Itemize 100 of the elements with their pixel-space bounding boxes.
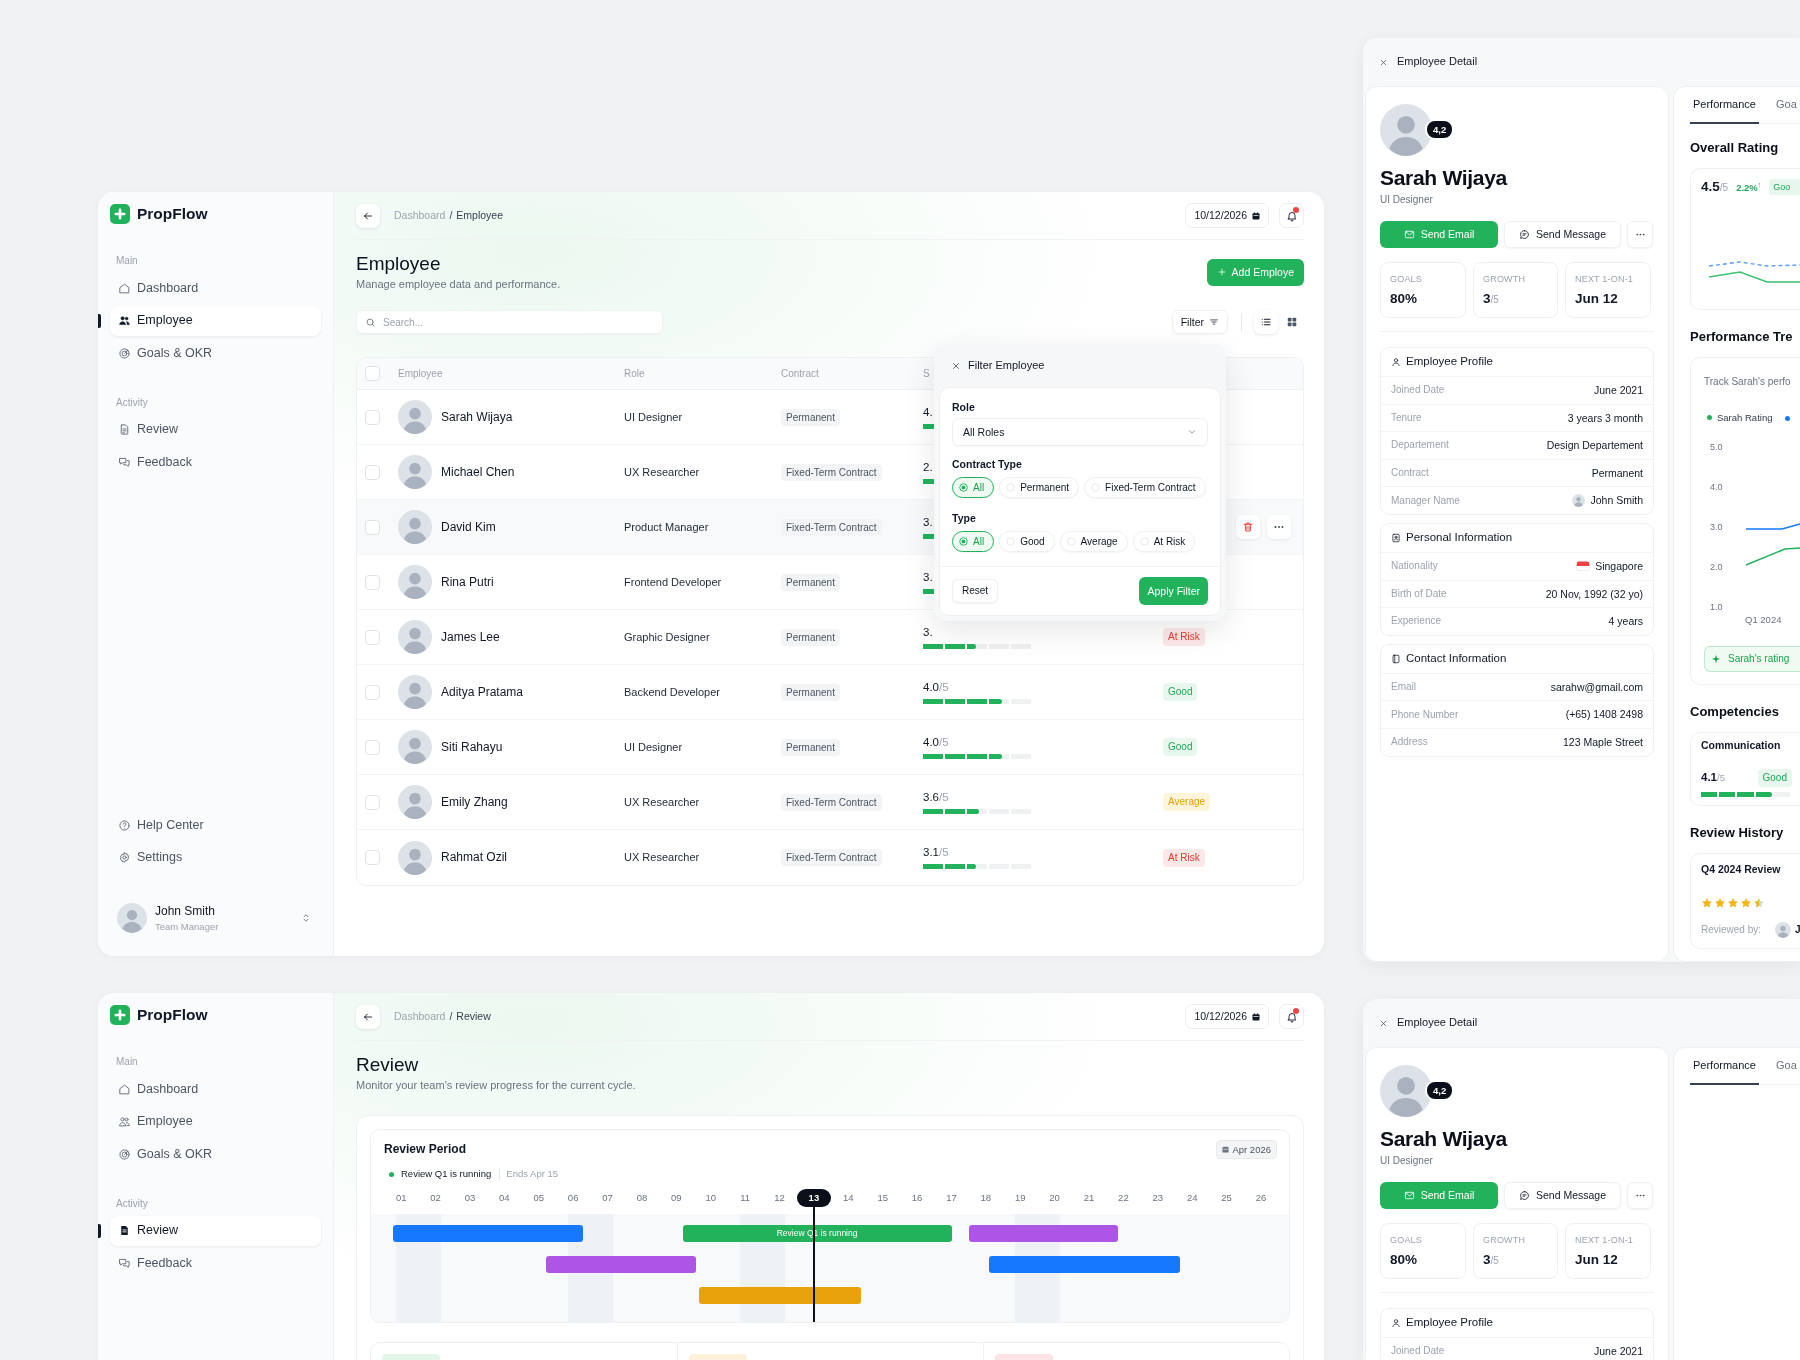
day-label: 22 [1117, 1191, 1130, 1206]
competency-name: Communication [1701, 738, 1782, 752]
contract-badge: Permanent [781, 628, 840, 646]
stat-value: 3/5 [1483, 290, 1500, 308]
column-header: Employee [398, 367, 444, 380]
status-badge: At Risk [1163, 628, 1205, 646]
day-label: 01 [394, 1191, 408, 1206]
stat-value: Jun 12 [1575, 290, 1619, 308]
breadcrumb-separator: / [449, 1010, 453, 1023]
info-label: Address [1391, 736, 1428, 749]
axis-label: 2.0 [1710, 561, 1724, 573]
status-badge: Good [1163, 738, 1198, 756]
contract-badge: Fixed-Term Contract [781, 849, 882, 867]
rating-badge: 4,2 [1425, 1080, 1455, 1102]
brand-name: PropFlow [137, 204, 208, 224]
column-header: Contract [781, 367, 820, 380]
card-title: Review Period [384, 1142, 467, 1157]
score-value: 4.0/5 [923, 680, 949, 694]
section-heading: Overall Rating [1690, 140, 1780, 156]
field-label: Role [952, 400, 976, 414]
day-label: 16 [910, 1191, 924, 1206]
day-label: 17 [945, 1191, 958, 1206]
contract-badge: Permanent [781, 573, 840, 591]
employee-role: UI Designer [1380, 193, 1434, 207]
role-text: Product Manager [624, 520, 709, 533]
field-label: Type [952, 511, 977, 525]
day-label: 18 [979, 1191, 993, 1206]
day-label: 20 [1048, 1191, 1061, 1206]
section-title: Personal Information [1406, 531, 1513, 545]
legend-label: Sarah Rating [1717, 412, 1773, 424]
info-label: Tenure [1391, 411, 1422, 424]
day-label: 23 [1151, 1191, 1165, 1206]
score-value: 3. [923, 570, 933, 584]
info-value: 4 years [1608, 615, 1643, 628]
section-heading: Review History [1690, 825, 1785, 841]
role-text: Frontend Developer [624, 575, 722, 588]
page-subtitle: Manage employee data and performance. [356, 277, 561, 291]
contract-badge: Fixed-Term Contract [781, 518, 882, 536]
rating-change: 2.2%$^{↑}$ [1736, 180, 1762, 194]
popover-title: Filter Employee [968, 358, 1045, 373]
employee-name: Aditya Pratama [441, 684, 524, 700]
score-value: 4.0/5 [923, 735, 949, 749]
day-label: 06 [566, 1191, 580, 1206]
employee-role: UI Designer [1380, 1154, 1434, 1168]
employee-name: Rahmat Ozil [441, 850, 508, 865]
day-label: 24 [1185, 1191, 1199, 1206]
breadcrumb-separator: / [449, 209, 453, 222]
score-value: 3.1/5 [923, 846, 949, 859]
employee-name: James Lee [441, 629, 500, 645]
info-value: John Smith [1590, 494, 1643, 507]
info-label: Experience [1391, 615, 1442, 628]
info-label: Departement [1391, 439, 1449, 452]
section-heading: Performance Tre [1690, 329, 1794, 345]
nav-section-title: Main [116, 1055, 139, 1069]
review-title: Q4 2024 Review [1701, 862, 1782, 876]
info-value: June 2021 [1593, 1345, 1643, 1358]
section-title: Employee Profile [1406, 355, 1493, 369]
chart-caption: Track Sarah's perfo [1704, 375, 1792, 389]
axis-label: 5.0 [1710, 441, 1724, 453]
score-value: 2. [923, 460, 933, 474]
breadcrumb-current: Employee [456, 209, 503, 222]
rating-label: Goo [1769, 179, 1800, 195]
role-text: Backend Developer [624, 685, 720, 698]
column-header: Role [624, 367, 646, 380]
day-label: 15 [876, 1191, 889, 1206]
section-heading: Competencies [1690, 704, 1780, 720]
page-subtitle: Monitor your team's review progress for the current cycle. [356, 1078, 636, 1092]
breadcrumb-current: Review [456, 1010, 491, 1023]
day-label: 21 [1082, 1191, 1096, 1206]
status-badge: Average [1163, 793, 1211, 811]
contract-badge: Permanent [781, 683, 840, 701]
day-label: 14 [842, 1191, 855, 1206]
info-value: Design Departement [1546, 439, 1643, 452]
info-value: 123 Maple Street [1563, 735, 1643, 749]
stat-label: GOALS [1390, 1234, 1423, 1246]
contract-badge: Permanent [781, 738, 840, 756]
info-label: Email [1391, 681, 1416, 694]
section-title: Employee Profile [1406, 1316, 1493, 1330]
rating-badge: 4,2 [1425, 119, 1455, 141]
reviewer-name: J [1795, 924, 1800, 936]
score-value: 3. [923, 625, 933, 639]
day-label: 19 [1013, 1191, 1027, 1206]
axis-label: 4.0 [1710, 481, 1724, 493]
employee-name: Sarah Wijaya [1380, 1126, 1509, 1152]
day-label: 05 [532, 1191, 546, 1206]
stat-label: NEXT 1-ON-1 [1575, 1234, 1635, 1246]
info-value: sarahw@gmail.com [1550, 680, 1643, 694]
page-title: Review [356, 1054, 420, 1076]
role-text: UX Researcher [624, 465, 700, 478]
axis-label: 1.0 [1710, 601, 1724, 613]
nav-section-title: Main [116, 254, 139, 268]
employee-name: Sarah Wijaya [441, 409, 513, 425]
info-value: (+65) 1408 2498 [1565, 708, 1643, 721]
today-label: 13 [796, 1189, 832, 1207]
employee-name: David Kim [441, 519, 496, 535]
score-value: 3. [923, 515, 933, 529]
stat-label: NEXT 1-ON-1 [1575, 273, 1635, 285]
info-value: Permanent [1591, 466, 1643, 480]
info-value: 3 years 3 month [1567, 411, 1643, 425]
day-label: 12 [773, 1191, 786, 1206]
